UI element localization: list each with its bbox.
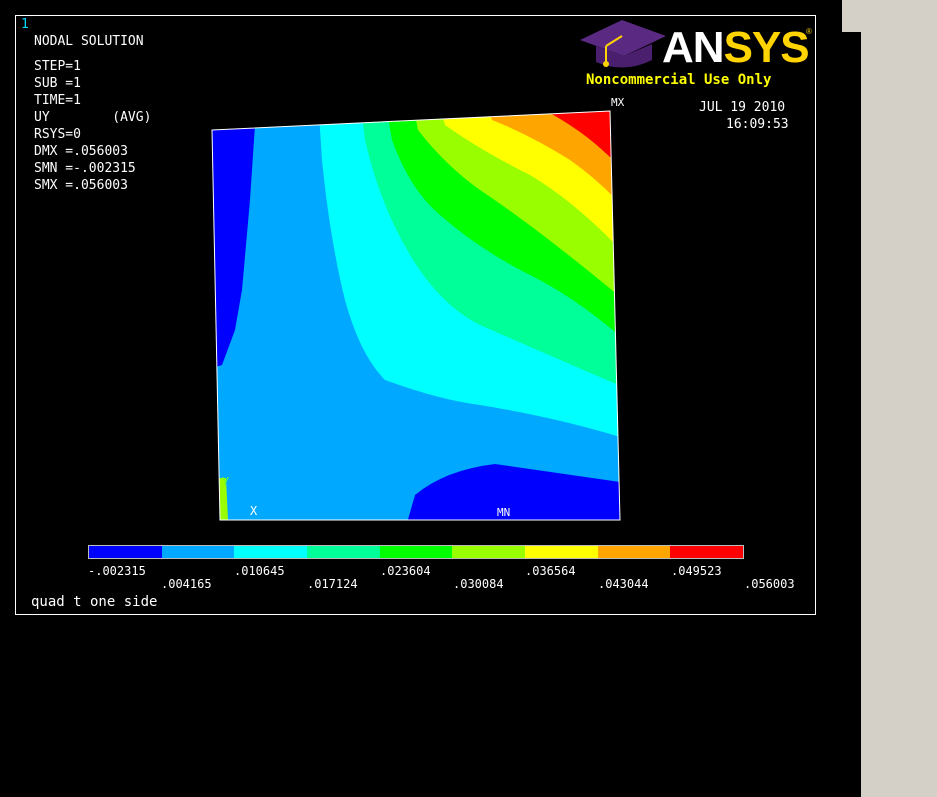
legend-swatch <box>161 546 235 558</box>
legend-label: .043044 <box>598 577 649 591</box>
legend-label: .023604 <box>380 564 431 578</box>
legend-label: .017124 <box>307 577 358 591</box>
axis-y-label: Y <box>222 475 230 489</box>
legend-label: .036564 <box>525 564 576 578</box>
legend-swatch <box>597 546 671 558</box>
legend-swatch <box>307 546 380 558</box>
legend-swatch <box>89 546 162 558</box>
plot-caption: quad t one side <box>31 594 158 610</box>
max-marker: MX <box>611 96 625 109</box>
min-marker: MN <box>497 506 511 519</box>
legend-swatch <box>525 546 598 558</box>
legend-label: .030084 <box>453 577 504 591</box>
legend-label: -.002315 <box>88 564 146 578</box>
legend-label: .056003 <box>744 577 795 591</box>
legend-label: .010645 <box>234 564 285 578</box>
legend-swatch <box>670 546 744 558</box>
legend-label: .049523 <box>671 564 722 578</box>
legend-swatch <box>452 546 526 558</box>
axis-x-label: X <box>250 504 258 518</box>
legend-label: .004165 <box>161 577 212 591</box>
legend-swatch <box>379 546 453 558</box>
contour-legend-bar <box>88 545 744 559</box>
contour-plot <box>211 110 621 521</box>
legend-swatch <box>234 546 308 558</box>
